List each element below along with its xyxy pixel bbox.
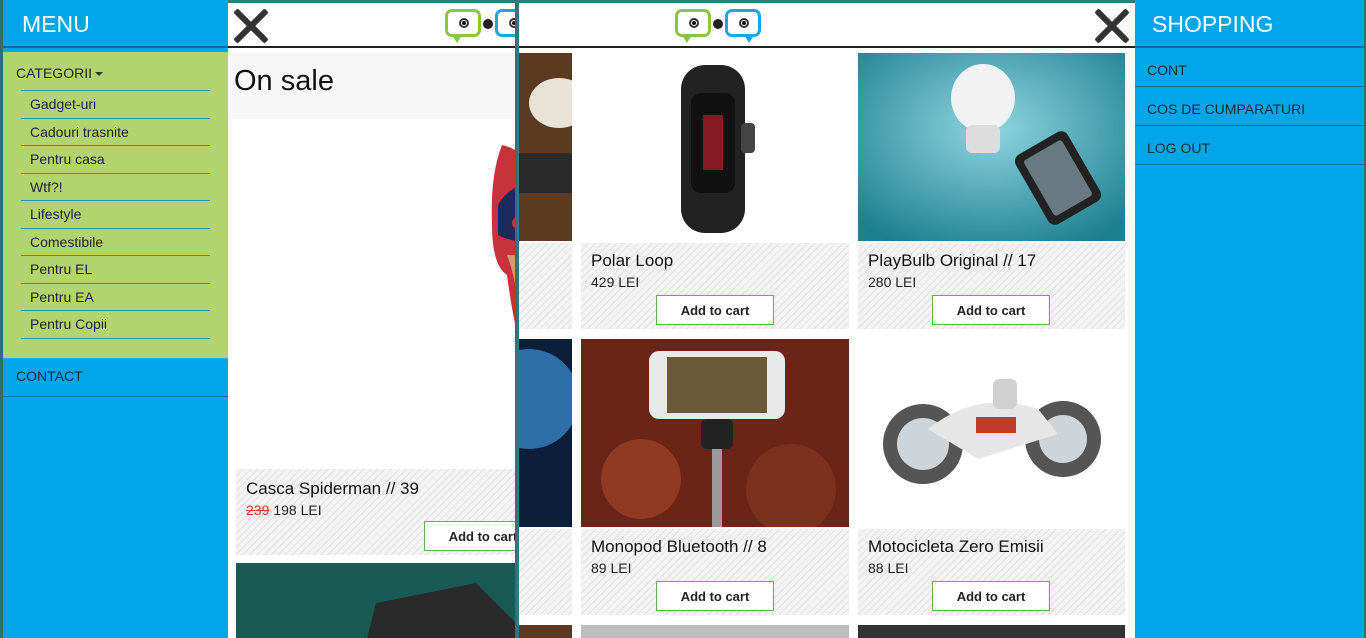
add-to-cart-button[interactable]: Add to cart (656, 295, 774, 325)
product-info: Polar Loop 429 LEI Add to cart (581, 243, 849, 329)
shopping-menu-panel: SHOPPING CONT COS DE CUMPARATURI LOG OUT (1135, 0, 1366, 638)
food-photo (519, 53, 572, 241)
panel-top-bar (519, 3, 1135, 48)
add-to-cart-button[interactable]: Add to cart (932, 581, 1050, 611)
product-image[interactable] (519, 339, 572, 527)
product-image[interactable] (581, 339, 849, 527)
categories-dropdown[interactable]: CATEGORII (3, 52, 228, 90)
product-price: 88 LEI (868, 560, 909, 576)
old-price: 239 (246, 502, 270, 518)
product-image[interactable] (858, 339, 1125, 527)
category-item[interactable]: Comestibile (21, 229, 210, 256)
product-info: Monopod Bluetooth // 8 89 LEI Add to car… (581, 529, 849, 615)
product-price: 280 LEI (868, 274, 917, 290)
close-icon[interactable] (233, 8, 269, 44)
menu-item-logout[interactable]: LOG OUT (1135, 126, 1364, 165)
product-info (519, 243, 572, 329)
category-item[interactable]: Pentru Copii (21, 311, 210, 339)
product-price: 429 LEI (591, 274, 640, 290)
fitness-band-photo (581, 53, 849, 241)
spiderman-helmet-image (491, 145, 515, 324)
shopping-menu-list: CONT COS DE CUMPARATURI LOG OUT (1135, 48, 1364, 165)
product-name[interactable]: PlayBulb Original // 17 (868, 251, 1036, 271)
menu-item-account[interactable]: CONT (1135, 48, 1364, 87)
product-info: Casca Spiderman // 39 239 198 LEI Add to … (236, 469, 515, 555)
category-item[interactable]: Pentru EL (21, 256, 210, 284)
product-name[interactable]: Monopod Bluetooth // 8 (591, 537, 767, 557)
category-item[interactable]: Pentru EA (21, 284, 210, 311)
add-to-cart-button[interactable]: Add to cart (932, 295, 1050, 325)
selfie-stick-photo (581, 339, 849, 527)
product-image[interactable] (858, 625, 1125, 638)
category-item[interactable]: Cadouri trasnite (21, 119, 210, 146)
section-title: On sale (234, 65, 334, 97)
product-info: PlayBulb Original // 17 280 LEI Add to c… (858, 243, 1125, 329)
toy-motorcycle-photo (858, 339, 1125, 527)
logo-icon[interactable] (445, 7, 515, 45)
product-name[interactable]: Casca Spiderman // 39 (246, 479, 515, 499)
close-icon[interactable] (1094, 8, 1130, 44)
categories-label: CATEGORII (16, 65, 92, 81)
product-image[interactable] (581, 625, 849, 638)
logo-icon[interactable] (675, 7, 765, 45)
on-sale-panel: On sale Casca Spiderman // 39 239 198 LEI… (228, 3, 515, 638)
product-price: 89 LEI (591, 560, 632, 576)
add-to-cart-button[interactable]: Add to cart (656, 581, 774, 611)
menu-item-cart[interactable]: COS DE CUMPARATURI (1135, 87, 1364, 126)
product-image[interactable] (236, 563, 515, 638)
menu-title: MENU (3, 0, 228, 48)
product-info: Motocicleta Zero Emisii 88 LEI Add to ca… (858, 529, 1125, 615)
product-image[interactable] (228, 119, 515, 469)
product-name[interactable]: Motocicleta Zero Emisii (868, 537, 1044, 557)
product-image[interactable] (581, 53, 849, 241)
smart-bulb-photo (858, 53, 1125, 241)
sale-price: 198 LEI (273, 502, 322, 518)
panel-divider (515, 0, 517, 638)
shop-panel: Polar Loop 429 LEI Add to cart PlayBulb … (519, 3, 1135, 638)
contact-link[interactable]: CONTACT (3, 358, 228, 397)
category-item[interactable]: Pentru casa (21, 146, 210, 174)
shopping-title: SHOPPING (1135, 0, 1364, 48)
category-item[interactable]: Wtf?! (21, 174, 210, 201)
product-image[interactable] (858, 53, 1125, 241)
product-name[interactable]: Polar Loop (591, 251, 673, 271)
dark-product-image (236, 563, 515, 638)
add-to-cart-button[interactable]: Add to cart (424, 521, 515, 551)
categories-box: CATEGORII Gadget-uri Cadouri trasnite Pe… (3, 52, 228, 358)
category-item[interactable]: Gadget-uri (21, 91, 210, 119)
product-price: 239 198 LEI (246, 502, 515, 518)
category-item[interactable]: Lifestyle (21, 201, 210, 229)
product-image[interactable] (519, 53, 572, 241)
panel-top-bar (228, 3, 515, 48)
product-image[interactable] (519, 625, 572, 638)
space-photo (519, 339, 572, 527)
product-info (519, 529, 572, 615)
caret-down-icon (94, 72, 103, 77)
category-list: Gadget-uri Cadouri trasnite Pentru casa … (21, 90, 210, 339)
